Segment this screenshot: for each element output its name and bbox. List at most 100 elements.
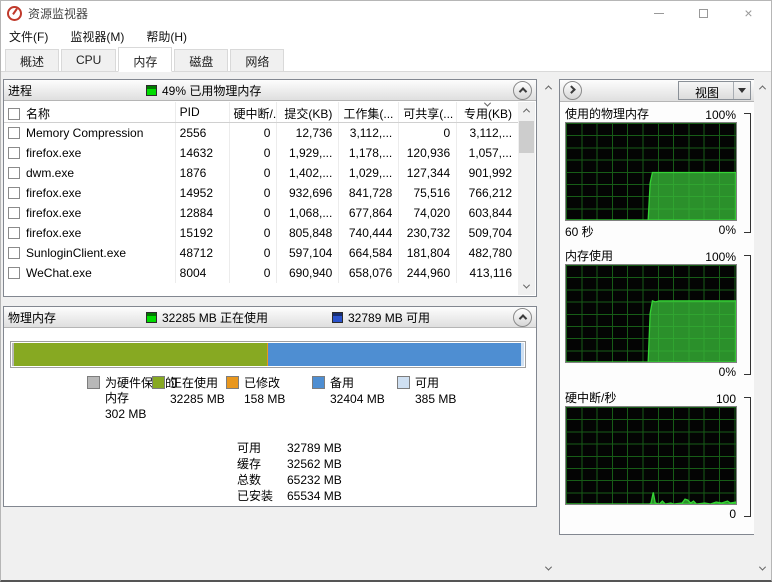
available-label: 32789 MB 可用 [348,309,430,326]
modified-swatch-icon [226,376,239,389]
column-header-working-set[interactable]: 工作集(... [339,102,399,122]
process-row[interactable]: dwm.exe187601,402,...1,029,...127,344901… [4,163,518,183]
in-use-swatch-icon [152,376,165,389]
select-all-checkbox[interactable] [8,108,20,120]
views-dropdown-arrow[interactable] [733,82,750,99]
process-table-scrollbar[interactable] [518,102,535,295]
process-checkbox[interactable] [8,227,20,239]
process-panel: 进程 49% 已用物理内存 名称 PID 硬中断/... 提交(KB) 工作集(… [3,79,537,297]
chevron-up-icon [518,314,526,322]
cell-priv: 482,780 [457,243,518,263]
tab-network[interactable]: 网络 [230,49,284,71]
tab-cpu[interactable]: CPU [61,49,116,71]
chart-ymin-label: 0 [729,507,736,523]
tab-strip: 概述 CPU 内存 磁盘 网络 [1,47,771,72]
cell-hard: 0 [230,163,278,183]
chart-ymax-label: 100 [716,392,736,406]
scroll-down-arrow[interactable] [540,560,556,577]
legend-standby: 备用 32404 MB [312,376,385,407]
chevron-right-icon [567,85,575,93]
physical-memory-panel: 物理内存 32285 MB 正在使用 32789 MB 可用 为硬件保留的内存 … [3,306,537,507]
legend-in-use: 正在使用 32285 MB [152,376,225,407]
menu-help[interactable]: 帮助(H) [146,28,187,45]
stat-cached: 缓存32562 MB [237,456,536,472]
process-panel-title: 进程 [8,82,146,99]
chart-axis-bracket [744,255,751,375]
cell-hard: 0 [230,203,278,223]
legend-free: 可用 385 MB [397,376,456,407]
process-panel-collapse-button[interactable] [513,81,532,100]
process-row[interactable]: SunloginClient.exe487120597,104664,58418… [4,243,518,263]
cell-priv: 413,116 [457,263,518,283]
cell-commit: 12,736 [277,123,339,143]
process-checkbox[interactable] [8,147,20,159]
maximize-button[interactable] [681,1,726,25]
scroll-up-arrow[interactable] [518,102,535,119]
scroll-up-arrow[interactable] [540,79,556,96]
chart-ymin-label: 0% [719,365,736,381]
memory-legend: 为硬件保留的内存 302 MB 正在使用 32285 MB 已修改 158 MB… [4,376,536,438]
cell-priv: 603,844 [457,203,518,223]
process-checkbox[interactable] [8,267,20,279]
cell-priv: 766,212 [457,183,518,203]
process-row[interactable]: firefox.exe1288401,068,...677,86474,0206… [4,203,518,223]
memory-bar-segment-free [521,343,524,366]
memory-stats: 可用32789 MB 缓存32562 MB 总数65232 MB 已安装6553… [237,440,536,504]
cell-share: 74,020 [399,203,457,223]
process-row[interactable]: WeChat.exe80040690,940658,076244,960413,… [4,263,518,283]
expand-panel-button[interactable] [563,81,582,100]
close-button[interactable]: × [726,1,771,25]
physical-memory-panel-header: 物理内存 32285 MB 正在使用 32789 MB 可用 [4,307,536,328]
process-checkbox[interactable] [8,127,20,139]
tab-disk[interactable]: 磁盘 [174,49,228,71]
right-pane-scrollbar[interactable] [754,79,770,577]
process-row[interactable]: firefox.exe151920805,848740,444230,73250… [4,223,518,243]
process-checkbox[interactable] [8,207,20,219]
process-checkbox[interactable] [8,247,20,259]
titlebar[interactable]: 资源监视器 × [1,1,771,25]
app-icon [7,6,22,21]
in-use-label: 32285 MB 正在使用 [162,309,332,326]
process-row[interactable]: firefox.exe1463201,929,...1,178,...120,9… [4,143,518,163]
close-icon: × [744,6,752,20]
menu-file[interactable]: 文件(F) [9,28,48,45]
column-header-hard-faults[interactable]: 硬中断/... [230,102,278,122]
column-header-shareable[interactable]: 可共享(... [399,102,457,122]
cell-name: dwm.exe [4,163,176,183]
cell-commit: 932,696 [277,183,339,203]
cell-hard: 0 [230,223,278,243]
cell-share: 181,804 [399,243,457,263]
cell-priv: 901,992 [457,163,518,183]
tab-overview[interactable]: 概述 [5,49,59,71]
memory-bar-segment-in-use [14,343,266,366]
cell-pid: 12884 [176,203,230,223]
chevron-up-icon [544,85,551,92]
process-row[interactable]: firefox.exe149520932,696841,72875,516766… [4,183,518,203]
tab-memory[interactable]: 内存 [118,47,172,72]
available-swatch-icon [332,312,343,323]
column-header-pid[interactable]: PID [176,102,230,122]
cell-name: Memory Compression [4,123,176,143]
chart-axis-bracket [744,113,751,233]
process-checkbox[interactable] [8,167,20,179]
views-button[interactable]: 视图 [678,81,751,100]
column-header-name[interactable]: 名称 [4,102,176,122]
chart-axis-bracket [744,397,751,517]
physical-memory-collapse-button[interactable] [513,308,532,327]
chart-plot-area [565,406,737,505]
scroll-up-arrow[interactable] [754,79,770,96]
memory-composition-bar [12,343,524,366]
menu-monitor[interactable]: 监视器(M) [70,28,124,45]
left-pane-scrollbar[interactable] [540,79,556,577]
scroll-down-arrow[interactable] [518,278,535,295]
scroll-down-arrow[interactable] [754,560,770,577]
maximize-icon [699,9,708,18]
scrollbar-thumb[interactable] [519,121,534,153]
column-header-private[interactable]: 专用(KB) [457,102,518,122]
column-header-commit[interactable]: 提交(KB) [277,102,339,122]
process-row[interactable]: Memory Compression2556012,7363,112,...03… [4,123,518,143]
views-button-label: 视图 [679,82,733,99]
process-checkbox[interactable] [8,187,20,199]
cell-pid: 15192 [176,223,230,243]
minimize-button[interactable] [636,1,681,25]
